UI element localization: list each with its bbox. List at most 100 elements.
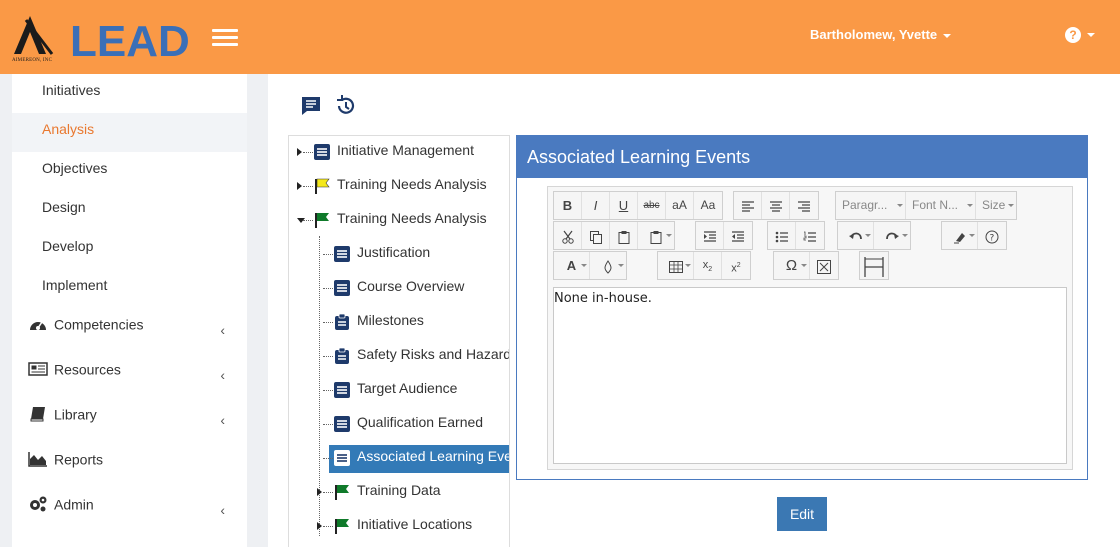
paste-special-icon xyxy=(650,230,662,244)
document-icon xyxy=(334,382,350,398)
scissors-icon xyxy=(561,230,574,244)
yellow-flag-icon xyxy=(315,178,330,194)
user-menu[interactable]: Bartholomew, Yvette xyxy=(810,27,952,42)
rich-text-editor: B I U abc aA Aa Paragr... Font N... Size… xyxy=(547,186,1073,470)
sidebar-item-initiatives[interactable]: Initiatives xyxy=(12,74,247,113)
indent-icon xyxy=(703,230,716,242)
clipboard-icon xyxy=(335,347,349,364)
user-name: Bartholomew, Yvette xyxy=(810,27,938,42)
drop-icon xyxy=(604,259,612,274)
bullet-list-icon xyxy=(775,231,788,242)
editor-content[interactable]: None in-house. xyxy=(553,287,1067,464)
strikethrough-button[interactable]: abc xyxy=(638,192,666,219)
align-left-button[interactable] xyxy=(734,192,762,219)
clear-formatting-button[interactable] xyxy=(942,222,978,249)
redo-icon xyxy=(886,232,899,239)
align-center-icon xyxy=(769,200,782,212)
help-button[interactable]: ? xyxy=(978,222,1006,249)
fullscreen-button[interactable] xyxy=(810,252,838,279)
outdent-button[interactable] xyxy=(724,222,752,249)
numbered-list-icon xyxy=(803,231,816,242)
align-right-button[interactable] xyxy=(790,192,818,219)
question-circle-icon: ? xyxy=(1065,26,1081,43)
undo-button[interactable] xyxy=(838,222,874,249)
svg-text:LEAD: LEAD xyxy=(70,17,190,66)
copy-button[interactable] xyxy=(582,222,610,249)
sidebar-item-develop[interactable]: Develop xyxy=(12,230,247,269)
panel-title: Associated Learning Events xyxy=(517,136,1087,178)
sidebar-item-analysis[interactable]: Analysis xyxy=(12,113,247,152)
numbered-list-button[interactable] xyxy=(796,222,824,249)
size-select[interactable]: Size xyxy=(976,192,1016,219)
align-center-button[interactable] xyxy=(762,192,790,219)
sidebar: Initiatives Analysis Objectives Design D… xyxy=(12,74,247,547)
sidebar-item-design[interactable]: Design xyxy=(12,191,247,230)
expand-arrow-icon[interactable] xyxy=(317,488,322,496)
document-icon xyxy=(334,416,350,432)
green-flag-icon xyxy=(335,519,349,534)
help-menu[interactable]: ? xyxy=(1065,26,1095,44)
background-color-button[interactable] xyxy=(590,252,626,279)
caret-down-icon xyxy=(943,33,952,38)
eraser-icon xyxy=(953,232,965,244)
redo-button[interactable] xyxy=(874,222,910,249)
newspaper-icon xyxy=(28,362,48,377)
sidebar-item-reports[interactable]: Reports xyxy=(12,443,247,488)
book-icon xyxy=(30,407,45,422)
subscript-button[interactable]: x2 xyxy=(694,252,722,279)
history-icon[interactable] xyxy=(334,95,356,117)
align-right-icon xyxy=(798,200,810,212)
table-button[interactable] xyxy=(658,252,694,279)
outdent-icon xyxy=(732,230,744,242)
green-flag-icon xyxy=(315,213,329,228)
sidebar-item-resources[interactable]: Resources ‹ xyxy=(12,353,247,398)
sidebar-item-implement[interactable]: Implement xyxy=(12,269,247,308)
edit-button[interactable]: Edit xyxy=(777,497,827,531)
paste-button[interactable] xyxy=(610,222,638,249)
fullscreen-icon xyxy=(817,259,831,274)
expand-arrow-icon[interactable] xyxy=(297,182,302,190)
font-color-button[interactable]: A xyxy=(554,252,590,279)
green-flag-icon xyxy=(335,485,349,500)
superscript-button[interactable]: x2 xyxy=(722,252,750,279)
special-character-button[interactable]: Ω xyxy=(774,252,810,279)
paragraph-select[interactable]: Paragr... xyxy=(836,192,906,219)
paste-options-button[interactable] xyxy=(638,222,674,249)
document-icon xyxy=(334,280,350,296)
undo-icon xyxy=(848,232,862,239)
document-icon xyxy=(334,450,350,466)
help-icon: ? xyxy=(985,230,999,244)
chevron-left-icon: ‹ xyxy=(220,322,225,338)
cut-button[interactable] xyxy=(554,222,582,249)
dashboard-icon xyxy=(30,321,46,331)
expand-arrow-icon[interactable] xyxy=(317,522,322,530)
sidebar-item-objectives[interactable]: Objectives xyxy=(12,152,247,191)
horizontal-rule-button[interactable] xyxy=(860,252,888,279)
copy-icon xyxy=(589,230,602,244)
content-toolbar xyxy=(300,95,364,117)
chevron-left-icon: ‹ xyxy=(220,502,225,518)
sidebar-item-competencies[interactable]: Competencies ‹ xyxy=(12,308,247,353)
sidebar-item-admin[interactable]: Admin ‹ xyxy=(12,488,247,533)
align-left-icon xyxy=(741,200,754,212)
indent-button[interactable] xyxy=(696,222,724,249)
svg-text:?: ? xyxy=(990,233,995,243)
menu-toggle-icon[interactable] xyxy=(212,29,238,47)
comments-list-icon[interactable] xyxy=(300,95,322,117)
expand-arrow-icon[interactable] xyxy=(297,148,302,156)
initiative-tree: Initiative Management Training Needs Ana… xyxy=(288,135,510,547)
chevron-left-icon: ‹ xyxy=(220,412,225,428)
sidebar-item-library[interactable]: Library ‹ xyxy=(12,398,247,443)
uppercase-button[interactable]: aA xyxy=(666,192,694,219)
bold-button[interactable]: B xyxy=(554,192,582,219)
area-chart-icon xyxy=(28,452,47,468)
capitalize-button[interactable]: Aa xyxy=(694,192,722,219)
bullet-list-button[interactable] xyxy=(768,222,796,249)
italic-button[interactable]: I xyxy=(582,192,610,219)
table-icon xyxy=(668,260,683,273)
underline-button[interactable]: U xyxy=(610,192,638,219)
chevron-left-icon: ‹ xyxy=(220,367,225,383)
logo-subtext: AIMEREON, INC xyxy=(12,58,53,63)
clipboard-icon xyxy=(335,313,349,330)
font-select[interactable]: Font N... xyxy=(906,192,976,219)
